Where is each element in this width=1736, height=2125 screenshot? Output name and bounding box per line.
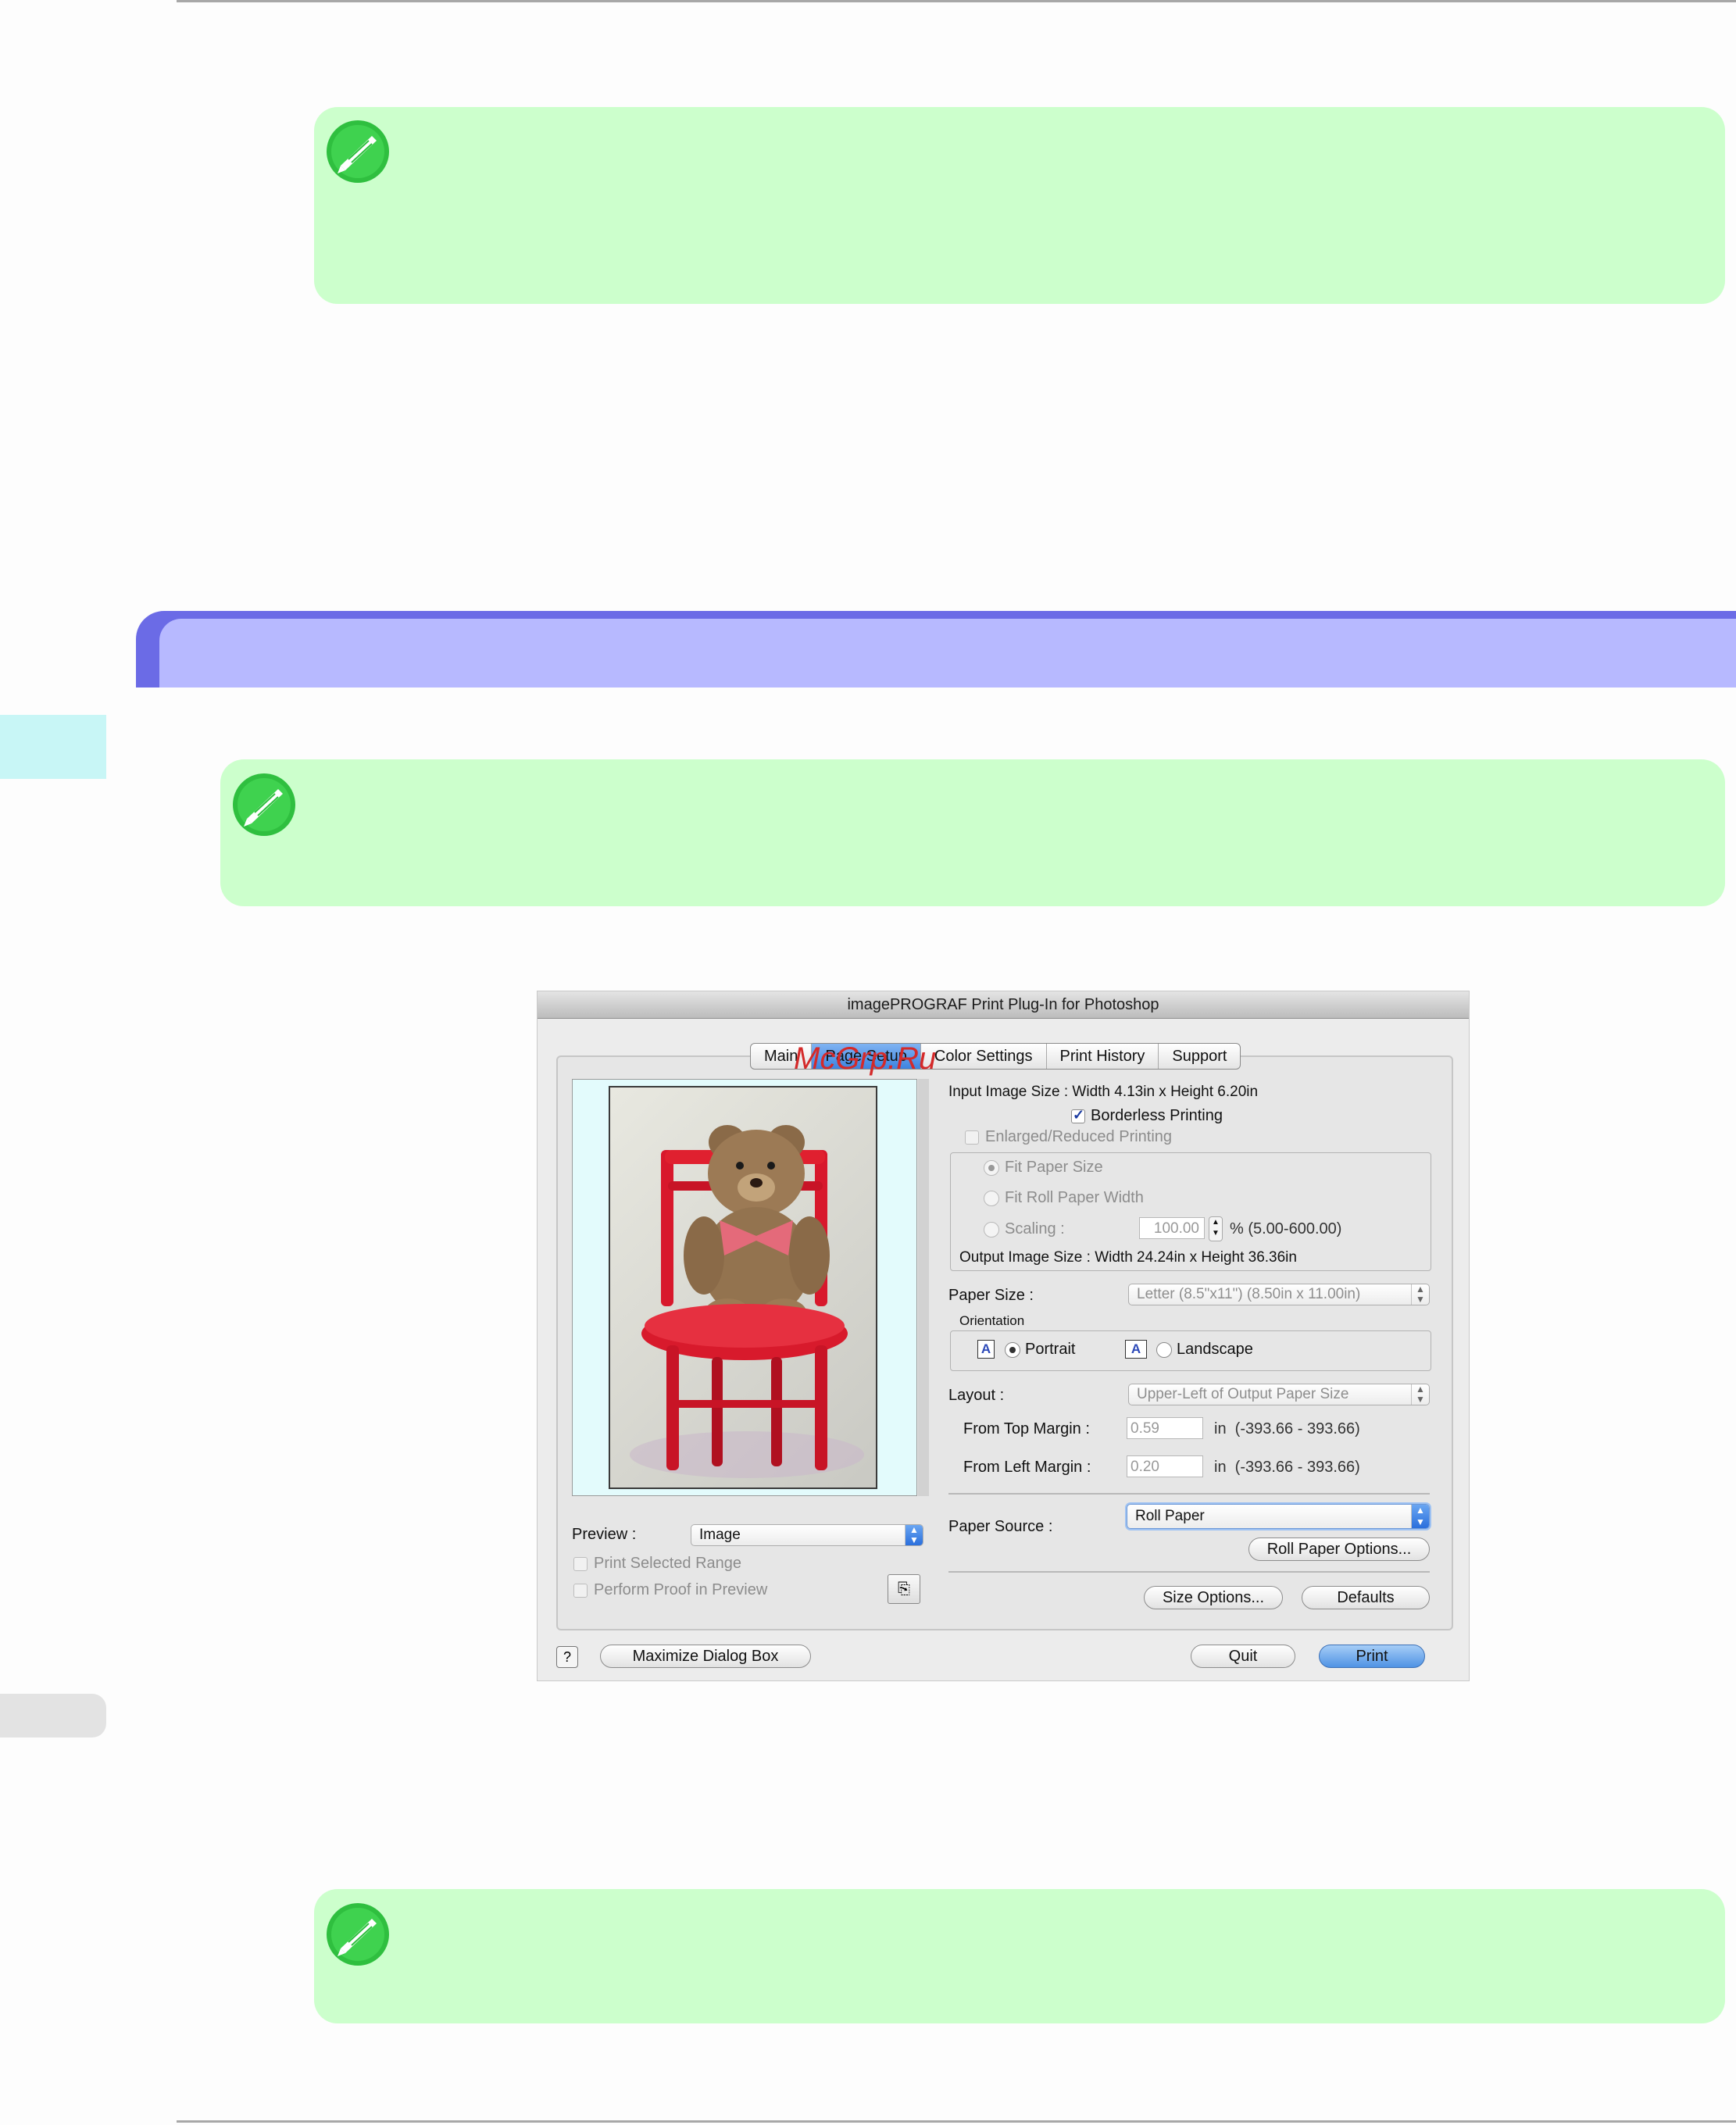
paper-size-select-value: Letter (8.5"x11") (8.50in x 11.00in) xyxy=(1137,1286,1361,1302)
enlarged-reduced-label: Enlarged/Reduced Printing xyxy=(985,1128,1173,1145)
scaling-stepper[interactable]: ▲ ▼ xyxy=(1209,1216,1223,1241)
note-box xyxy=(314,1889,1725,2023)
paper-source-select[interactable]: Roll Paper ▲ ▼ xyxy=(1127,1504,1430,1529)
select-arrows-icon: ▲ ▼ xyxy=(1411,1384,1429,1405)
note-box xyxy=(314,107,1725,304)
fit-paper-size-label: Fit Paper Size xyxy=(1005,1159,1103,1176)
scaling-radio[interactable] xyxy=(984,1222,999,1238)
preview-scrollbar[interactable] xyxy=(918,1079,929,1496)
fit-roll-paper-width-label: Fit Roll Paper Width xyxy=(1005,1189,1144,1206)
bottom-rule xyxy=(177,2120,1736,2123)
perform-proof-label: Perform Proof in Preview xyxy=(594,1581,768,1598)
preview-image xyxy=(609,1086,877,1489)
index-side-tab[interactable] xyxy=(0,1694,106,1738)
paper-source-select-value: Roll Paper xyxy=(1135,1508,1205,1524)
defaults-button[interactable]: Defaults xyxy=(1302,1586,1430,1609)
tab-main[interactable]: Main xyxy=(751,1044,813,1069)
size-options-button[interactable]: Size Options... xyxy=(1144,1586,1283,1609)
divider xyxy=(948,1571,1430,1573)
divider xyxy=(948,1493,1430,1495)
landscape-label: Landscape xyxy=(1177,1341,1253,1358)
input-image-size: Input Image Size : Width 4.13in x Height… xyxy=(948,1084,1259,1100)
top-rule xyxy=(177,0,1736,2)
layout-label: Layout : xyxy=(948,1387,1005,1404)
fit-paper-size-radio[interactable] xyxy=(984,1160,999,1176)
pencil-note-icon xyxy=(327,120,389,183)
portrait-orientation-icon: A xyxy=(977,1340,995,1359)
from-top-margin-unit: in (-393.66 - 393.66) xyxy=(1214,1420,1360,1438)
from-top-margin-input[interactable]: 0.59 xyxy=(1127,1417,1203,1439)
tab-page-setup[interactable]: Page Setup xyxy=(812,1044,921,1069)
select-arrows-icon: ▲ ▼ xyxy=(905,1525,923,1545)
output-image-size: Output Image Size : Width 24.24in x Heig… xyxy=(959,1249,1297,1266)
from-top-margin-label: From Top Margin : xyxy=(963,1420,1090,1438)
preview-label: Preview : xyxy=(572,1526,637,1543)
scaling-range: % (5.00-600.00) xyxy=(1230,1220,1342,1238)
pencil-note-icon xyxy=(327,1903,389,1966)
landscape-orientation-icon: A xyxy=(1125,1340,1147,1359)
note-box xyxy=(220,759,1725,906)
scaling-input[interactable]: 100.00 xyxy=(1139,1217,1205,1239)
maximize-dialog-box-button[interactable]: Maximize Dialog Box xyxy=(600,1645,811,1668)
tab-color-settings[interactable]: Color Settings xyxy=(921,1044,1047,1069)
paper-size-select[interactable]: Letter (8.5"x11") (8.50in x 11.00in) ▲ ▼ xyxy=(1128,1284,1430,1305)
print-selected-range-checkbox[interactable] xyxy=(573,1557,588,1571)
orientation-label: Orientation xyxy=(959,1313,1025,1328)
from-left-margin-input[interactable]: 0.20 xyxy=(1127,1455,1203,1477)
tab-bar: Main Page Setup Color Settings Print His… xyxy=(750,1043,1241,1070)
enlarged-reduced-checkbox[interactable] xyxy=(965,1130,979,1145)
tab-print-history[interactable]: Print History xyxy=(1047,1044,1159,1069)
layout-select-value: Upper-Left of Output Paper Size xyxy=(1137,1386,1349,1402)
from-left-margin-label: From Left Margin : xyxy=(963,1459,1091,1476)
select-arrows-icon: ▲ ▼ xyxy=(1411,1284,1429,1305)
borderless-printing-checkbox[interactable] xyxy=(1071,1107,1085,1123)
paper-size-label: Paper Size : xyxy=(948,1287,1034,1304)
dialog-title: imagePROGRAF Print Plug-In for Photoshop xyxy=(538,991,1469,1019)
select-arrows-icon: ▲ ▼ xyxy=(1411,1505,1429,1528)
section-header-bar xyxy=(136,611,1736,688)
fit-roll-paper-width-radio[interactable] xyxy=(984,1191,999,1206)
preview-select-value: Image xyxy=(699,1527,741,1543)
borderless-printing-label: Borderless Printing xyxy=(1091,1107,1223,1124)
paper-source-label: Paper Source : xyxy=(948,1518,1053,1535)
pencil-note-icon xyxy=(233,773,295,836)
tab-support[interactable]: Support xyxy=(1159,1044,1240,1069)
teddy-bear-chair-image xyxy=(630,1125,864,1478)
scaling-label: Scaling : xyxy=(1005,1220,1065,1238)
print-button[interactable]: Print xyxy=(1319,1645,1425,1668)
landscape-radio[interactable] xyxy=(1156,1342,1172,1358)
print-selected-range-label: Print Selected Range xyxy=(594,1555,742,1572)
chapter-side-tab[interactable] xyxy=(0,715,106,779)
portrait-label: Portrait xyxy=(1025,1341,1076,1358)
quit-button[interactable]: Quit xyxy=(1191,1645,1295,1668)
help-icon[interactable]: ? xyxy=(556,1646,578,1668)
roll-paper-options-button[interactable]: Roll Paper Options... xyxy=(1248,1538,1430,1561)
from-left-margin-unit: in (-393.66 - 393.66) xyxy=(1214,1459,1360,1476)
proof-preview-icon[interactable]: ⎘ xyxy=(888,1574,920,1604)
preview-select[interactable]: Image ▲ ▼ xyxy=(691,1524,923,1546)
perform-proof-checkbox[interactable] xyxy=(573,1584,588,1598)
preview-area xyxy=(572,1079,917,1496)
print-plugin-dialog: imagePROGRAF Print Plug-In for Photoshop… xyxy=(538,991,1469,1680)
layout-select[interactable]: Upper-Left of Output Paper Size ▲ ▼ xyxy=(1128,1384,1430,1405)
portrait-radio[interactable] xyxy=(1005,1342,1020,1358)
